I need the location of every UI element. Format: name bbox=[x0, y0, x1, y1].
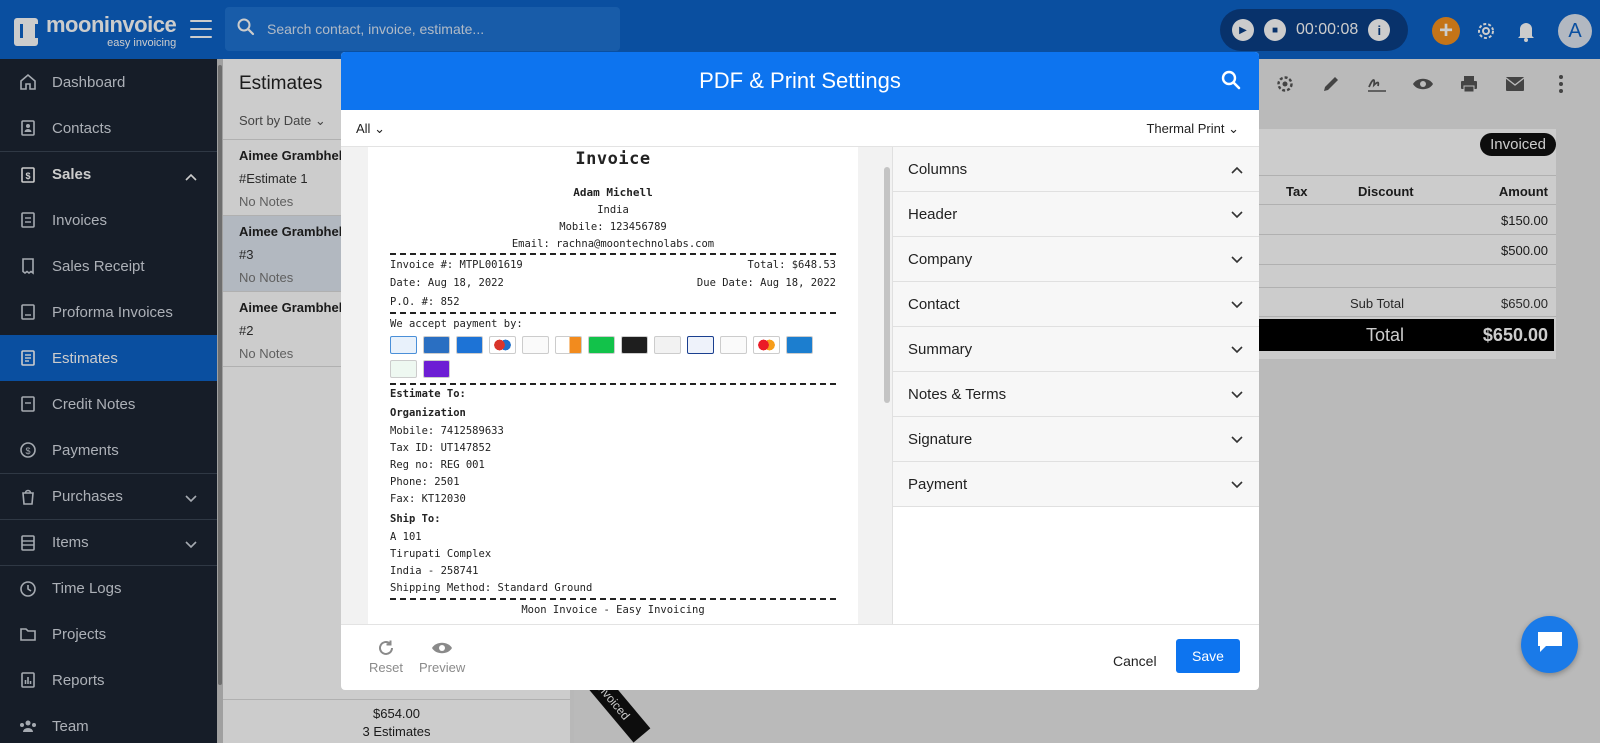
zelle-logo bbox=[423, 360, 450, 378]
filter-value: All bbox=[356, 121, 371, 136]
ubl-logo bbox=[621, 336, 648, 354]
preview-org-tax: Tax ID: UT147852 bbox=[390, 442, 492, 454]
section-label: Contact bbox=[908, 295, 960, 313]
chevron-down-icon: ⌄ bbox=[374, 121, 385, 136]
visa-logo bbox=[687, 336, 714, 354]
section-notes-terms[interactable]: Notes & Terms bbox=[893, 372, 1259, 417]
section-label: Payment bbox=[908, 475, 968, 493]
preview-total: Total: $648.53 bbox=[747, 259, 836, 271]
preview-company-email: Email: rachna@moontechnolabs.com bbox=[511, 238, 715, 250]
reset-button[interactable]: Reset bbox=[369, 639, 403, 675]
preview-due-date: Due Date: Aug 18, 2022 bbox=[696, 277, 836, 289]
eye-icon bbox=[431, 639, 453, 660]
section-columns[interactable]: Columns bbox=[893, 147, 1259, 192]
refresh-icon bbox=[377, 639, 395, 660]
preview-invoice-number: Invoice #: MTPL001619 bbox=[390, 259, 523, 271]
section-label: Header bbox=[908, 205, 958, 223]
dialog-header: PDF & Print Settings bbox=[341, 52, 1259, 110]
chevron-down-icon bbox=[1231, 476, 1243, 493]
section-summary[interactable]: Summary bbox=[893, 327, 1259, 372]
preview-org-phone: Phone: 2501 bbox=[390, 476, 460, 488]
section-label: Signature bbox=[908, 430, 973, 448]
dashed-divider bbox=[390, 598, 836, 600]
preview-shipping-method: Shipping Method: Standard Ground bbox=[390, 582, 593, 594]
chevron-up-icon bbox=[1231, 161, 1243, 178]
section-contact[interactable]: Contact bbox=[893, 282, 1259, 327]
preview-ship-line3: India - 258741 bbox=[390, 565, 479, 577]
dialog-filter-bar: All ⌄ Thermal Print ⌄ bbox=[341, 110, 1259, 147]
dialog-footer: Reset Preview Cancel Save bbox=[341, 624, 1259, 690]
chevron-down-icon: ⌄ bbox=[1228, 121, 1239, 136]
preview-ship-line2: Tirupati Complex bbox=[390, 548, 492, 560]
cash-app-logo bbox=[588, 336, 615, 354]
section-company[interactable]: Company bbox=[893, 237, 1259, 282]
chevron-down-icon bbox=[1231, 206, 1243, 223]
preview-footer-brand: Moon Invoice - Easy Invoicing bbox=[521, 604, 705, 616]
thermal-receipt-preview: Invoice Adam Michell India Mobile: 12345… bbox=[368, 147, 858, 624]
preview-org-fax: Fax: KT12030 bbox=[390, 493, 466, 505]
zettle-logo bbox=[522, 336, 549, 354]
sumup-logo bbox=[654, 336, 681, 354]
bank-transfer-logo bbox=[390, 336, 417, 354]
search-icon[interactable] bbox=[1221, 70, 1241, 96]
section-label: Notes & Terms bbox=[908, 385, 1007, 403]
payoneer-logo bbox=[720, 336, 747, 354]
preview-estimate-to-heading: Estimate To: bbox=[390, 388, 466, 400]
chat-support-button[interactable] bbox=[1521, 616, 1578, 673]
american-express-logo bbox=[423, 336, 450, 354]
pdf-print-settings-dialog: PDF & Print Settings All ⌄ Thermal Print… bbox=[341, 52, 1259, 690]
preview-date: Date: Aug 18, 2022 bbox=[390, 277, 504, 289]
preview-company-name: Adam Michell bbox=[573, 186, 653, 199]
preview-scrollbar[interactable] bbox=[884, 167, 890, 403]
chat-bubble-icon bbox=[1536, 629, 1564, 660]
preview-label: Preview bbox=[419, 660, 466, 675]
preview-company-mobile: Mobile: 123456789 bbox=[559, 221, 667, 233]
preview-payment-heading: We accept payment by: bbox=[390, 318, 523, 330]
print-preview-area[interactable]: Invoice Adam Michell India Mobile: 12345… bbox=[341, 147, 892, 624]
preview-company-country: India bbox=[597, 204, 629, 216]
discover-logo bbox=[555, 336, 582, 354]
chevron-down-icon bbox=[1231, 296, 1243, 313]
preview-button[interactable]: Preview bbox=[419, 639, 465, 675]
dashed-divider bbox=[390, 312, 836, 314]
filter-dropdown[interactable]: All ⌄ bbox=[356, 121, 385, 137]
chevron-down-icon bbox=[1231, 386, 1243, 403]
payment-methods-logos bbox=[390, 336, 836, 378]
preview-po: P.O. #: 852 bbox=[390, 296, 460, 308]
save-button[interactable]: Save bbox=[1176, 639, 1240, 673]
ecopayz-logo bbox=[390, 360, 417, 378]
maestro-logo bbox=[489, 336, 516, 354]
chevron-down-icon bbox=[1231, 431, 1243, 448]
preview-org-reg: Reg no: REG 001 bbox=[390, 459, 485, 471]
section-label: Company bbox=[908, 250, 973, 268]
mastercard-logo bbox=[753, 336, 780, 354]
preview-org-mobile: Mobile: 7412589633 bbox=[390, 425, 504, 437]
preview-organization: Organization bbox=[390, 407, 466, 419]
section-signature[interactable]: Signature bbox=[893, 417, 1259, 462]
section-label: Columns bbox=[908, 160, 968, 178]
section-label: Summary bbox=[908, 340, 973, 358]
dashed-divider bbox=[390, 383, 836, 385]
preview-title: Invoice bbox=[575, 149, 651, 169]
cash-logo bbox=[456, 336, 483, 354]
chevron-down-icon bbox=[1231, 251, 1243, 268]
print-type-dropdown[interactable]: Thermal Print ⌄ bbox=[1146, 121, 1239, 137]
section-header[interactable]: Header bbox=[893, 192, 1259, 237]
settings-accordion: Columns Header Company Contact Summary N… bbox=[893, 147, 1259, 624]
section-payment[interactable]: Payment bbox=[893, 462, 1259, 507]
dialog-title: PDF & Print Settings bbox=[699, 68, 901, 93]
khqr-logo bbox=[786, 336, 813, 354]
reset-label: Reset bbox=[369, 660, 403, 675]
preview-ship-to-heading: Ship To: bbox=[390, 513, 441, 525]
print-type-value: Thermal Print bbox=[1146, 121, 1225, 136]
preview-ship-line1: A 101 bbox=[390, 531, 422, 543]
cancel-button[interactable]: Cancel bbox=[1113, 653, 1157, 669]
dashed-divider bbox=[390, 253, 836, 255]
chevron-down-icon bbox=[1231, 341, 1243, 358]
